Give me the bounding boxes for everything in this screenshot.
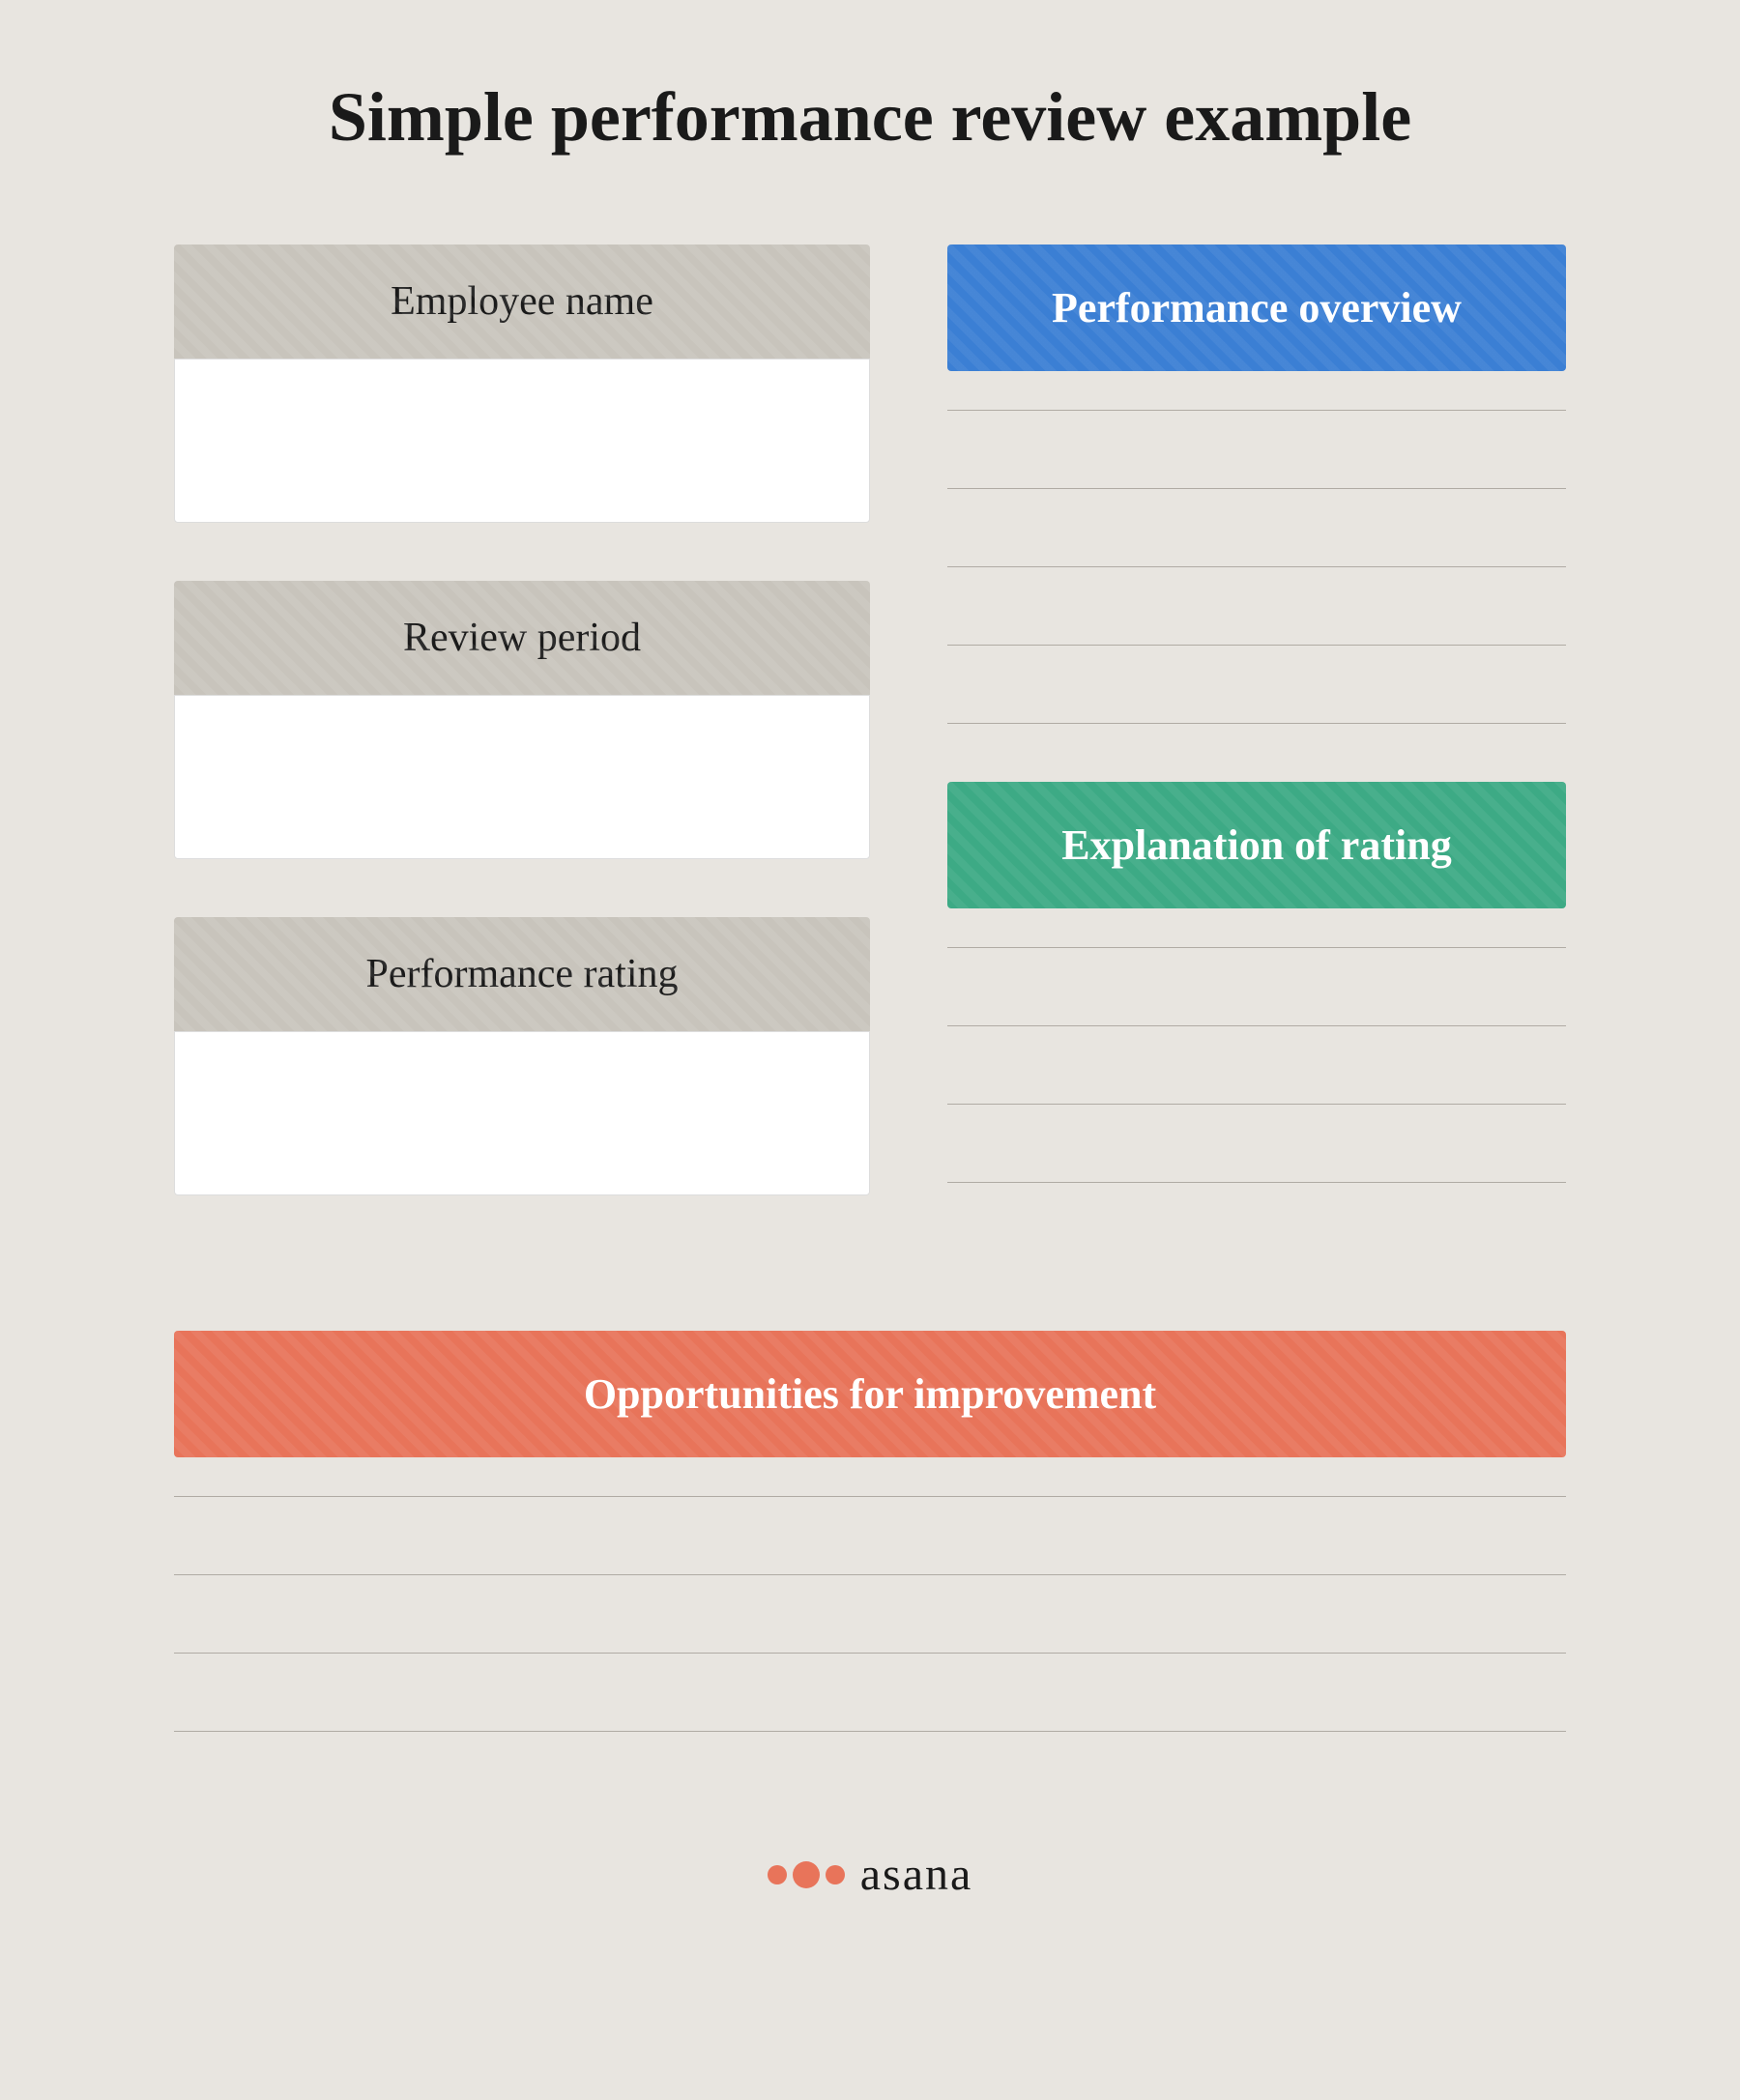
performance-rating-input-area[interactable] bbox=[174, 1031, 870, 1195]
asana-dot-left bbox=[768, 1865, 787, 1884]
asana-dot-center bbox=[793, 1861, 820, 1888]
line-4 bbox=[947, 645, 1566, 646]
asana-brand-name: asana bbox=[860, 1848, 973, 1901]
review-period-input-area[interactable] bbox=[174, 695, 870, 859]
line-1 bbox=[947, 410, 1566, 411]
line-2 bbox=[947, 488, 1566, 489]
performance-rating-label: Performance rating bbox=[365, 952, 678, 996]
employee-name-section: Employee name bbox=[174, 245, 870, 581]
review-period-label: Review period bbox=[403, 616, 641, 660]
opportunities-for-improvement-label: Opportunities for improvement bbox=[584, 1370, 1156, 1418]
bottom-line-4 bbox=[174, 1731, 1566, 1732]
line-9 bbox=[947, 1182, 1566, 1183]
right-column: Performance overview Explanation of rati… bbox=[947, 245, 1566, 1222]
explanation-of-rating-label: Explanation of rating bbox=[1061, 821, 1451, 869]
bottom-line-1 bbox=[174, 1496, 1566, 1497]
performance-overview-label: Performance overview bbox=[1052, 284, 1462, 331]
employee-name-header: Employee name bbox=[174, 245, 870, 359]
line-6 bbox=[947, 947, 1566, 948]
opportunities-for-improvement-header: Opportunities for improvement bbox=[174, 1331, 1566, 1457]
explanation-of-rating-header: Explanation of rating bbox=[947, 782, 1566, 908]
review-period-section: Review period bbox=[174, 581, 870, 917]
employee-name-input-area[interactable] bbox=[174, 359, 870, 523]
review-period-header: Review period bbox=[174, 581, 870, 695]
page-title: Simple performance review example bbox=[329, 77, 1411, 158]
main-content: Employee name Review period Performance … bbox=[174, 245, 1566, 1253]
asana-logo: asana bbox=[768, 1848, 973, 1901]
performance-overview-lines bbox=[947, 371, 1566, 762]
line-8 bbox=[947, 1104, 1566, 1105]
performance-rating-section: Performance rating bbox=[174, 917, 870, 1253]
asana-dot-right bbox=[826, 1865, 845, 1884]
line-3 bbox=[947, 566, 1566, 567]
bottom-line-2 bbox=[174, 1574, 1566, 1575]
employee-name-label: Employee name bbox=[391, 279, 653, 324]
asana-icon bbox=[768, 1861, 845, 1888]
line-7 bbox=[947, 1025, 1566, 1026]
performance-overview-header: Performance overview bbox=[947, 245, 1566, 371]
page-container: Simple performance review example Employ… bbox=[0, 0, 1740, 2100]
explanation-of-rating-lines bbox=[947, 908, 1566, 1222]
line-5 bbox=[947, 723, 1566, 724]
bottom-section: Opportunities for improvement bbox=[174, 1331, 1566, 1770]
bottom-line-3 bbox=[174, 1653, 1566, 1654]
left-column: Employee name Review period Performance … bbox=[174, 245, 870, 1253]
performance-rating-header: Performance rating bbox=[174, 917, 870, 1031]
opportunities-lines bbox=[174, 1457, 1566, 1770]
